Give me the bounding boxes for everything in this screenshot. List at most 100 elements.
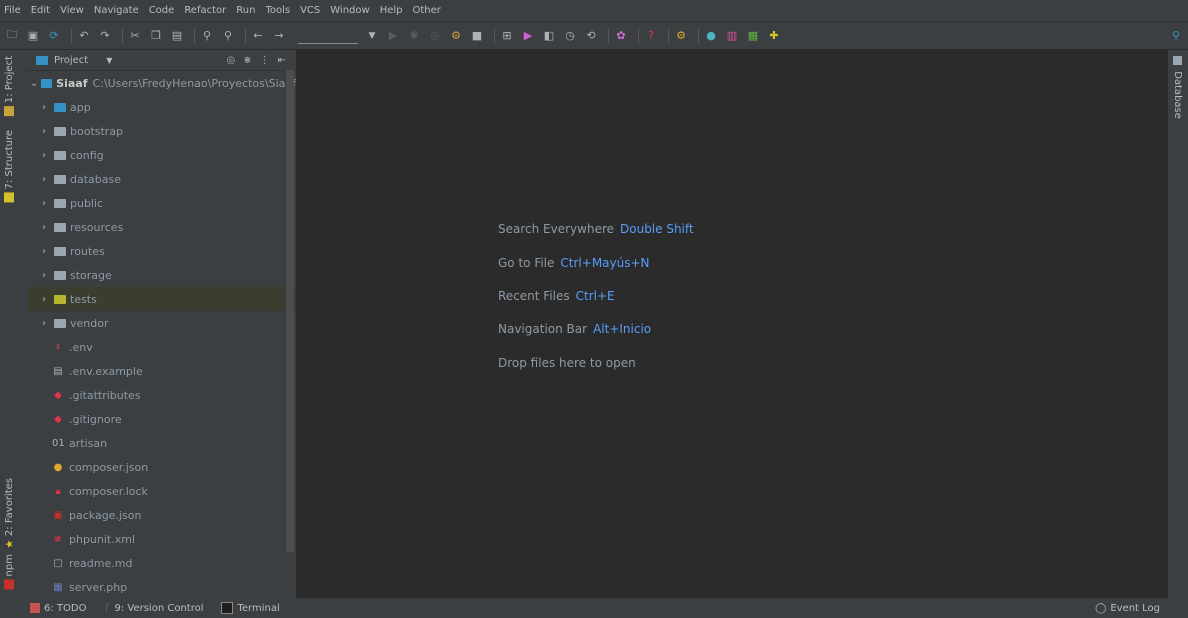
- tree-file[interactable]: ♯ .env: [28, 335, 296, 359]
- tab-favorites[interactable]: ★ 2: Favorites: [4, 478, 16, 550]
- plugin-icon[interactable]: ⚙: [673, 28, 689, 44]
- tree-root[interactable]: ⌄ Siaaf C:\Users\FredyHenao\Proyectos\Si…: [28, 71, 296, 95]
- tree-file[interactable]: ● composer.json: [28, 455, 296, 479]
- history-icon[interactable]: ◧: [541, 28, 557, 44]
- menu-view[interactable]: View: [60, 5, 84, 16]
- panel-title[interactable]: Project: [54, 55, 88, 66]
- run-configuration-select[interactable]: [298, 27, 358, 44]
- tree-item-label: routes: [70, 244, 105, 258]
- menu-navigate[interactable]: Navigate: [94, 5, 139, 16]
- back-icon[interactable]: ←: [250, 28, 266, 44]
- tree-file[interactable]: ≢ phpunit.xml: [28, 527, 296, 551]
- tree-item-label: server.php: [69, 580, 128, 594]
- tree-folder[interactable]: › bootstrap: [28, 119, 296, 143]
- stop-icon[interactable]: ■: [469, 28, 485, 44]
- folder-icon: [54, 294, 66, 304]
- help-icon[interactable]: ?: [643, 28, 659, 44]
- tree-folder[interactable]: › routes: [28, 239, 296, 263]
- open-folder-icon[interactable]: 🗀: [4, 28, 20, 44]
- terminal-run-icon[interactable]: ▶: [520, 28, 536, 44]
- project-scrollbar[interactable]: [286, 70, 294, 552]
- tab-npm[interactable]: npm: [4, 554, 15, 590]
- recent-changes-icon[interactable]: ◷: [562, 28, 578, 44]
- tree-file[interactable]: ▦ server.php: [28, 575, 296, 599]
- sync-icon[interactable]: ⟳: [46, 28, 62, 44]
- chevron-down-icon[interactable]: ▼: [106, 56, 112, 65]
- revert-icon[interactable]: ⟲: [583, 28, 599, 44]
- tree-file[interactable]: ▢ readme.md: [28, 551, 296, 575]
- tab-project[interactable]: 1: Project: [4, 56, 15, 117]
- chevron-right-icon[interactable]: ›: [42, 246, 52, 257]
- redo-icon[interactable]: ↷: [97, 28, 113, 44]
- tree-file[interactable]: ◆ .gitignore: [28, 407, 296, 431]
- menu-tools[interactable]: Tools: [265, 5, 290, 16]
- chevron-right-icon[interactable]: ›: [42, 126, 52, 137]
- terminal-tab[interactable]: Terminal: [221, 602, 280, 614]
- chevron-right-icon[interactable]: ›: [42, 270, 52, 281]
- menu-vcs[interactable]: VCS: [300, 5, 320, 16]
- version-control-tab[interactable]: ᚴ 9: Version Control: [104, 603, 203, 614]
- menu-file[interactable]: File: [4, 5, 21, 16]
- menu-code[interactable]: Code: [149, 5, 175, 16]
- copy-icon[interactable]: ❐: [148, 28, 164, 44]
- run-icon[interactable]: ▶: [385, 28, 401, 44]
- tree-file[interactable]: 01 artisan: [28, 431, 296, 455]
- tree-folder[interactable]: › app: [28, 95, 296, 119]
- xml-icon: ≢: [53, 533, 63, 545]
- locate-icon[interactable]: ◎: [226, 55, 235, 66]
- chevron-right-icon[interactable]: ›: [42, 294, 52, 305]
- menu-refactor[interactable]: Refactor: [184, 5, 226, 16]
- tree-folder[interactable]: › public: [28, 191, 296, 215]
- settings-icon[interactable]: ✿: [613, 28, 629, 44]
- forward-icon[interactable]: →: [271, 28, 287, 44]
- find-icon[interactable]: ⚲: [199, 28, 215, 44]
- tree-folder[interactable]: › database: [28, 167, 296, 191]
- options-icon[interactable]: ⋮: [260, 55, 270, 66]
- chevron-right-icon[interactable]: ›: [42, 318, 52, 329]
- tab-structure[interactable]: 7: Structure: [4, 130, 15, 203]
- hide-panel-icon[interactable]: ⇤: [278, 55, 286, 66]
- attach-debugger-icon[interactable]: ⚙: [448, 28, 464, 44]
- tree-folder[interactable]: › vendor: [28, 311, 296, 335]
- tree-folder[interactable]: › config: [28, 143, 296, 167]
- cut-icon[interactable]: ✂: [127, 28, 143, 44]
- tree-file[interactable]: ▤ .env.example: [28, 359, 296, 383]
- event-log-icon: ◯: [1095, 602, 1107, 614]
- tree-folder[interactable]: › tests: [28, 287, 296, 311]
- tasks-icon[interactable]: ●: [703, 28, 719, 44]
- npm-icon: ▣: [53, 509, 63, 521]
- undo-icon[interactable]: ↶: [76, 28, 92, 44]
- chevron-right-icon[interactable]: ›: [42, 102, 52, 113]
- chevron-right-icon[interactable]: ›: [42, 198, 52, 209]
- save-icon[interactable]: ▣: [25, 28, 41, 44]
- menu-other[interactable]: Other: [413, 5, 441, 16]
- coverage-icon[interactable]: ◎: [427, 28, 443, 44]
- chevron-right-icon[interactable]: ›: [42, 174, 52, 185]
- tree-file[interactable]: ▣ package.json: [28, 503, 296, 527]
- structure-tool-icon[interactable]: ▥: [724, 28, 740, 44]
- vcs-update-icon[interactable]: ⊞: [499, 28, 515, 44]
- debug-icon[interactable]: ✱: [406, 28, 422, 44]
- collapse-all-icon[interactable]: ⋇: [243, 55, 251, 66]
- tree-folder[interactable]: › resources: [28, 215, 296, 239]
- menu-window[interactable]: Window: [330, 5, 369, 16]
- chevron-right-icon[interactable]: ›: [42, 222, 52, 233]
- menu-edit[interactable]: Edit: [31, 5, 50, 16]
- menu-help[interactable]: Help: [380, 5, 403, 16]
- tree-folder[interactable]: › storage: [28, 263, 296, 287]
- chevron-right-icon[interactable]: ›: [42, 150, 52, 161]
- menu-run[interactable]: Run: [236, 5, 255, 16]
- diagram-icon[interactable]: ▦: [745, 28, 761, 44]
- chevron-expanded-icon[interactable]: ⌄: [30, 78, 39, 89]
- replace-icon[interactable]: ⚲: [220, 28, 236, 44]
- tree-file[interactable]: ◆ .gitattributes: [28, 383, 296, 407]
- tree-file[interactable]: 🔒︎ composer.lock: [28, 479, 296, 503]
- todo-tab[interactable]: 6: TODO: [30, 603, 86, 614]
- event-log-tab[interactable]: ◯ Event Log: [1095, 603, 1160, 614]
- tree-item-label: composer.lock: [69, 484, 148, 498]
- search-everywhere-icon[interactable]: ⚲: [1168, 28, 1184, 44]
- chevron-down-icon[interactable]: ▼: [364, 28, 380, 44]
- paste-icon[interactable]: ▤: [169, 28, 185, 44]
- tab-database[interactable]: Database: [1172, 56, 1183, 119]
- puzzle-icon[interactable]: ✚: [766, 28, 782, 44]
